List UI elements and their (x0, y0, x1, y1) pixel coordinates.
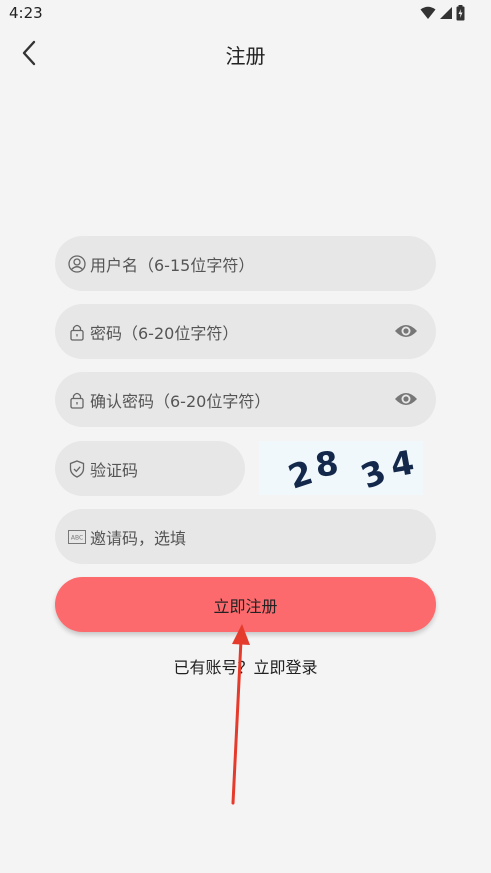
confirm-password-placeholder: 确认密码（6-20位字符） (90, 391, 271, 411)
status-icons (420, 5, 465, 21)
captcha-image[interactable]: 2 8 3 4 (259, 441, 423, 497)
invite-code-placeholder: 邀请码，选填 (90, 528, 187, 548)
captcha-placeholder: 验证码 (90, 460, 139, 480)
status-bar: 4:23 (0, 0, 491, 26)
svg-text:8: 8 (313, 443, 341, 485)
battery-icon (456, 5, 465, 21)
username-field[interactable]: 用户名（6-15位字符） (55, 236, 436, 291)
title-bar: 注册 (0, 28, 491, 78)
eye-icon[interactable] (394, 321, 418, 341)
username-placeholder: 用户名（6-15位字符） (90, 255, 255, 275)
svg-text:2: 2 (283, 452, 317, 495)
password-field[interactable]: 密码（6-20位字符） (55, 304, 436, 359)
have-account-text: 已有账号？ (173, 658, 254, 677)
eye-icon[interactable] (394, 389, 418, 409)
user-icon (68, 254, 86, 273)
svg-text:ABC: ABC (71, 534, 83, 541)
lock-icon (68, 391, 86, 409)
svg-text:4: 4 (388, 442, 417, 484)
keyboard-icon: ABC (68, 528, 86, 546)
password-placeholder: 密码（6-20位字符） (90, 323, 239, 343)
register-button[interactable]: 立即注册 (55, 577, 436, 632)
shield-icon (68, 459, 86, 478)
signal-icon (440, 7, 452, 19)
confirm-password-field[interactable]: 确认密码（6-20位字符） (55, 372, 436, 427)
annotation-arrow (231, 624, 250, 805)
svg-text:3: 3 (355, 452, 391, 495)
page-title: 注册 (225, 44, 266, 68)
login-prompt: 已有账号？立即登录 (0, 654, 491, 678)
captcha-field[interactable]: 验证码 (55, 441, 245, 496)
register-button-label: 立即注册 (213, 596, 278, 616)
status-time: 4:23 (9, 4, 43, 22)
wifi-icon (420, 6, 436, 19)
invite-code-field[interactable]: ABC 邀请码，选填 (55, 509, 436, 564)
login-link[interactable]: 立即登录 (254, 658, 318, 677)
lock-icon (68, 323, 86, 341)
